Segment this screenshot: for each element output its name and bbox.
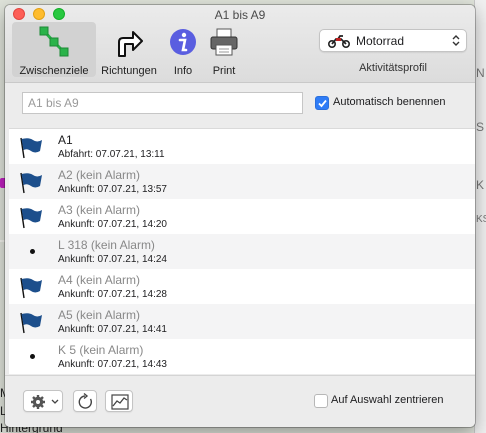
info-icon — [170, 29, 196, 55]
refresh-icon — [78, 392, 92, 409]
shaping-point-icon — [30, 354, 35, 359]
waypoint-name: K 5 (kein Alarm) — [58, 343, 144, 357]
waypoint-name: L 318 (kein Alarm) — [58, 238, 155, 252]
activity-profile-label: Aktivitätsprofil — [359, 62, 427, 74]
center-on-selection-label: Auf Auswahl zentrieren — [331, 394, 444, 406]
tab-info[interactable]: Info — [162, 22, 204, 77]
gear-icon — [31, 395, 59, 409]
settings-menu-button[interactable] — [23, 390, 63, 412]
turn-arrow-icon — [118, 31, 143, 57]
toolbar: A1 bis A9 Zwischenziele Richtungen Info — [5, 5, 475, 83]
checkmark-icon — [318, 99, 327, 108]
refresh-button[interactable] — [73, 390, 97, 412]
tab-richtungen[interactable]: Richtungen — [96, 22, 162, 77]
center-on-selection-checkbox[interactable] — [314, 394, 328, 408]
waypoint-time: Ankunft: 07.07.21, 14:43 — [58, 359, 167, 370]
bg-panel-text-n: N — [476, 66, 485, 80]
motorcycle-icon — [328, 35, 350, 48]
waypoint-name: A2 (kein Alarm) — [58, 168, 141, 182]
waypoint-time: Ankunft: 07.07.21, 14:28 — [58, 289, 167, 300]
flag-icon — [20, 207, 42, 229]
flag-icon — [20, 137, 42, 159]
activity-profile-value: Motorrad — [356, 34, 405, 48]
flag-icon — [20, 312, 42, 334]
bg-panel-text-k: K — [476, 178, 485, 192]
waypoint-time: Ankunft: 07.07.21, 14:24 — [58, 254, 167, 265]
bg-panel-text-ks: KS — [476, 214, 486, 225]
flag-icon — [20, 172, 42, 194]
auto-name-label: Automatisch benennen — [333, 96, 446, 108]
tab-zwischenziele-label: Zwischenziele — [19, 65, 89, 77]
tab-info-label: Info — [173, 65, 193, 77]
waypoint-list[interactable]: A1 Abfahrt: 07.07.21, 13:11 A2 (kein Ala… — [9, 128, 475, 374]
waypoint-name: A5 (kein Alarm) — [58, 308, 141, 322]
list-item[interactable]: A2 (kein Alarm) Ankunft: 07.07.21, 13:57 — [9, 164, 475, 199]
bg-panel-text-s: S — [476, 120, 485, 134]
chart-icon — [111, 394, 129, 410]
list-item[interactable]: K 5 (kein Alarm) Ankunft: 07.07.21, 14:4… — [9, 339, 475, 374]
list-item[interactable]: A5 (kein Alarm) Ankunft: 07.07.21, 14:41 — [9, 304, 475, 339]
waypoint-name: A3 (kein Alarm) — [58, 203, 141, 217]
elevation-profile-button[interactable] — [105, 390, 133, 412]
window-title: A1 bis A9 — [214, 8, 266, 22]
waypoint-time: Ankunft: 07.07.21, 14:20 — [58, 219, 167, 230]
activity-profile-select[interactable]: Motorrad — [319, 29, 467, 52]
tab-zwischenziele[interactable]: Zwischenziele — [12, 22, 96, 77]
flag-icon — [20, 277, 42, 299]
list-item[interactable]: A4 (kein Alarm) Ankunft: 07.07.21, 14:28 — [9, 269, 475, 304]
waypoints-icon — [39, 26, 69, 57]
chevron-updown-icon — [452, 35, 460, 46]
printer-icon — [210, 28, 238, 56]
waypoint-name: A4 (kein Alarm) — [58, 273, 141, 287]
list-item[interactable]: A3 (kein Alarm) Ankunft: 07.07.21, 14:20 — [9, 199, 475, 234]
auto-name-checkbox[interactable] — [315, 96, 329, 110]
list-item[interactable]: L 318 (kein Alarm) Ankunft: 07.07.21, 14… — [9, 234, 475, 269]
shaping-point-icon — [30, 249, 35, 254]
route-name-input[interactable] — [22, 92, 303, 114]
waypoint-time: Ankunft: 07.07.21, 13:57 — [58, 184, 167, 195]
waypoint-time: Ankunft: 07.07.21, 14:41 — [58, 324, 167, 335]
waypoint-name: A1 — [58, 133, 73, 147]
list-item[interactable]: A1 Abfahrt: 07.07.21, 13:11 — [9, 129, 475, 164]
tab-richtungen-label: Richtungen — [101, 65, 157, 77]
print-button[interactable]: Print — [204, 22, 244, 77]
print-button-label: Print — [212, 65, 236, 77]
route-window: A1 bis A9 Zwischenziele Richtungen Info — [5, 5, 475, 427]
waypoint-time: Abfahrt: 07.07.21, 13:11 — [58, 149, 165, 160]
bottom-bar: Auf Auswahl zentrieren — [5, 375, 475, 427]
